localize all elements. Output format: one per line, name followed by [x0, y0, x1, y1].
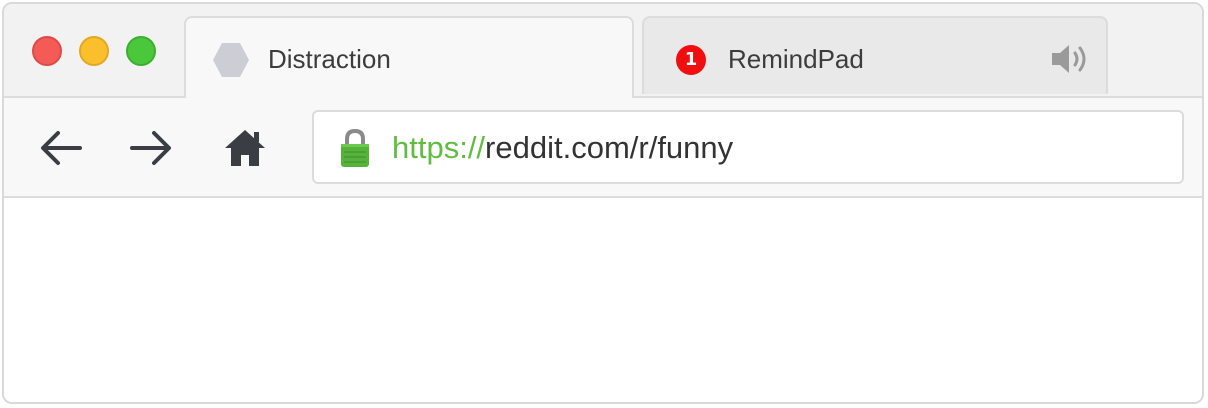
navigation-toolbar: https://reddit.com/r/funny [4, 96, 1202, 198]
url-text[interactable]: https://reddit.com/r/funny [392, 130, 733, 166]
lock-icon [341, 128, 369, 167]
arrow-right-icon[interactable] [128, 126, 174, 170]
notification-badge: 1 [676, 45, 706, 75]
tab-distraction[interactable]: Distraction [184, 16, 634, 98]
minimize-window-button[interactable] [79, 36, 109, 66]
address-bar[interactable]: https://reddit.com/r/funny [312, 110, 1184, 184]
tab-title: Distraction [268, 44, 391, 74]
url-scheme: https:// [392, 130, 486, 165]
speaker-icon[interactable] [1050, 42, 1090, 76]
url-path: reddit.com/r/funny [485, 130, 734, 165]
hexagon-icon [213, 43, 249, 77]
close-window-button[interactable] [32, 36, 62, 66]
tab-strip: 1 RemindPad Distraction [4, 4, 1202, 98]
arrow-left-icon[interactable] [38, 126, 84, 170]
browser-window: 1 RemindPad Distraction https://reddit.c… [2, 2, 1204, 404]
tab-remindpad[interactable]: 1 RemindPad [642, 16, 1108, 94]
maximize-window-button[interactable] [126, 36, 156, 66]
page-content-area [4, 198, 1202, 402]
tab-title: RemindPad [728, 44, 864, 74]
home-icon[interactable] [222, 126, 268, 170]
